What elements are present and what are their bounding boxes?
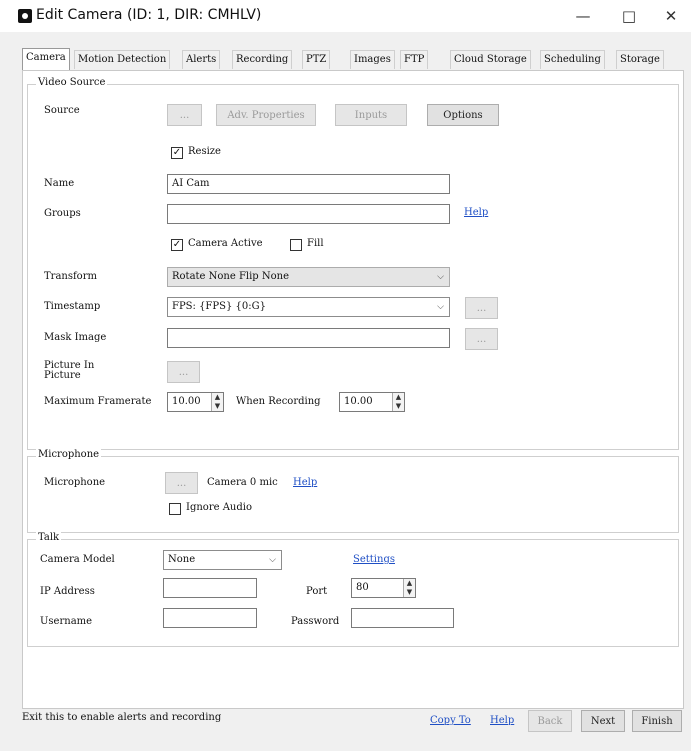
spinner-arrows-icon[interactable]: ▲ ▼ [403,579,415,597]
when-recording-label: When Recording [236,396,321,407]
name-input[interactable]: AI Cam [167,174,450,194]
footer-help-link[interactable]: Help [490,715,514,726]
microphone-legend: Microphone [36,449,102,460]
fill-label: Fill [307,238,324,249]
tab-images[interactable]: Images [350,50,395,69]
spinner-arrows-icon[interactable]: ▲ ▼ [211,393,223,411]
password-label: Password [291,616,340,627]
microphone-device: Camera 0 mic [207,477,278,488]
next-button[interactable]: Next [581,710,625,732]
timestamp-browse-button[interactable]: ... [465,297,498,319]
tab-alerts[interactable]: Alerts [182,50,221,69]
maximize-icon[interactable]: □ [609,4,649,28]
ip-address-label: IP Address [40,586,95,597]
pip-browse-button[interactable]: ... [167,361,200,383]
camera-model-label: Camera Model [40,554,115,565]
microphone-label: Microphone [44,477,106,488]
groups-label: Groups [44,208,81,219]
camera-model-value: None [168,554,196,565]
transform-select[interactable]: Rotate None Flip None ⌵ [167,267,450,287]
adv-properties-button[interactable]: Adv. Properties [216,104,316,126]
username-label: Username [40,616,93,627]
tab-motion-detection[interactable]: Motion Detection [74,50,171,69]
timestamp-select[interactable]: FPS: {FPS} {0:G} ⌵ [167,297,450,317]
camera-model-select[interactable]: None ⌵ [163,550,282,570]
talk-group: Talk Camera Model None ⌵ Settings IP Add… [27,532,679,647]
microphone-help-link[interactable]: Help [293,477,317,488]
tab-scheduling[interactable]: Scheduling [540,50,605,69]
copy-to-link[interactable]: Copy To [430,715,471,726]
chevron-down-icon: ⌵ [269,555,276,565]
when-recording-value: 10.00 [344,396,373,407]
minimize-icon[interactable]: — [563,4,603,28]
footer-message: Exit this to enable alerts and recording [22,712,222,723]
back-button[interactable]: Back [528,710,572,732]
video-source-legend: Video Source [36,77,108,88]
password-input[interactable] [351,608,454,628]
fill-checkbox[interactable] [290,239,302,251]
resize-label: Resize [188,146,221,157]
microphone-group: Microphone Microphone ... Camera 0 mic H… [27,449,679,533]
window-title: Edit Camera (ID: 1, DIR: CMHLV) [36,7,262,23]
groups-input[interactable] [167,204,450,224]
mask-image-browse-button[interactable]: ... [465,328,498,350]
port-label: Port [306,586,328,597]
resize-checkbox[interactable]: ✓ [171,147,183,159]
ignore-audio-label: Ignore Audio [186,502,252,513]
tab-recording[interactable]: Recording [232,50,293,69]
max-framerate-input[interactable]: 10.00 ▲ ▼ [167,392,224,412]
app-icon [18,9,32,23]
transform-label: Transform [44,271,97,282]
source-label: Source [44,105,80,116]
mask-image-label: Mask Image [44,332,107,343]
name-label: Name [44,178,75,189]
inputs-button[interactable]: Inputs [335,104,407,126]
spinner-arrows-icon[interactable]: ▲ ▼ [392,393,404,411]
max-framerate-label: Maximum Framerate [44,396,152,407]
close-icon[interactable]: ✕ [651,4,691,28]
chevron-down-icon: ⌵ [437,302,444,312]
username-input[interactable] [163,608,257,628]
title-bar: Edit Camera (ID: 1, DIR: CMHLV) — □ ✕ [0,0,691,32]
tab-storage[interactable]: Storage [616,50,664,69]
tab-ptz[interactable]: PTZ [302,50,331,69]
source-browse-button[interactable]: ... [167,104,202,126]
port-input[interactable]: 80 ▲ ▼ [351,578,416,598]
camera-active-checkbox[interactable]: ✓ [171,239,183,251]
ip-address-input[interactable] [163,578,257,598]
groups-help-link[interactable]: Help [464,207,488,218]
video-source-group: Video Source Source ... Adv. Properties … [27,77,679,450]
port-value: 80 [356,582,369,593]
timestamp-label: Timestamp [44,301,101,312]
picture-in-picture-label: Picture In Picture [44,360,95,381]
finish-button[interactable]: Finish [632,710,682,732]
tab-ftp[interactable]: FTP [400,50,429,69]
max-framerate-value: 10.00 [172,396,201,407]
talk-legend: Talk [36,532,62,543]
microphone-browse-button[interactable]: ... [165,472,198,494]
tab-cloud-storage[interactable]: Cloud Storage [450,50,531,69]
transform-value: Rotate None Flip None [172,271,289,282]
timestamp-value: FPS: {FPS} {0:G} [172,301,266,312]
tab-camera[interactable]: Camera [22,48,70,70]
camera-tab-panel: Video Source Source ... Adv. Properties … [22,70,684,709]
chevron-down-icon: ⌵ [437,272,444,282]
edit-camera-window: Edit Camera (ID: 1, DIR: CMHLV) — □ ✕ Ca… [0,0,691,751]
talk-settings-link[interactable]: Settings [353,554,395,565]
ignore-audio-checkbox[interactable] [169,503,181,515]
options-button[interactable]: Options [427,104,499,126]
when-recording-input[interactable]: 10.00 ▲ ▼ [339,392,405,412]
mask-image-input[interactable] [167,328,450,348]
camera-active-label: Camera Active [188,238,263,249]
